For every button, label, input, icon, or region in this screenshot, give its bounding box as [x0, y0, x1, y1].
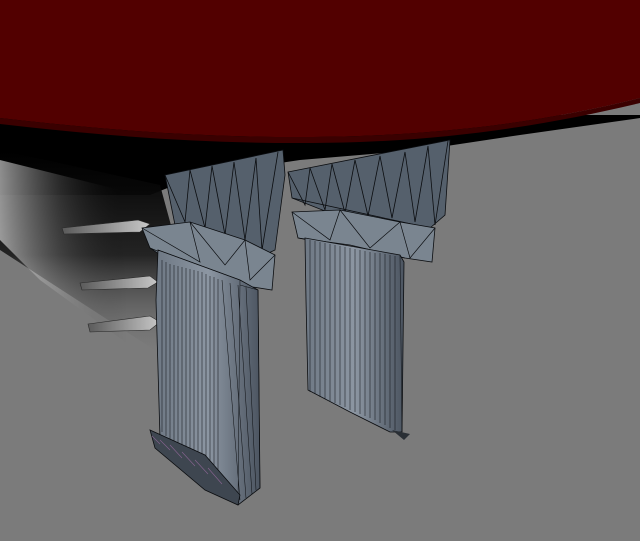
hull-underside: [0, 0, 640, 144]
scene-canvas: [0, 0, 640, 541]
render-viewport: [0, 0, 640, 541]
